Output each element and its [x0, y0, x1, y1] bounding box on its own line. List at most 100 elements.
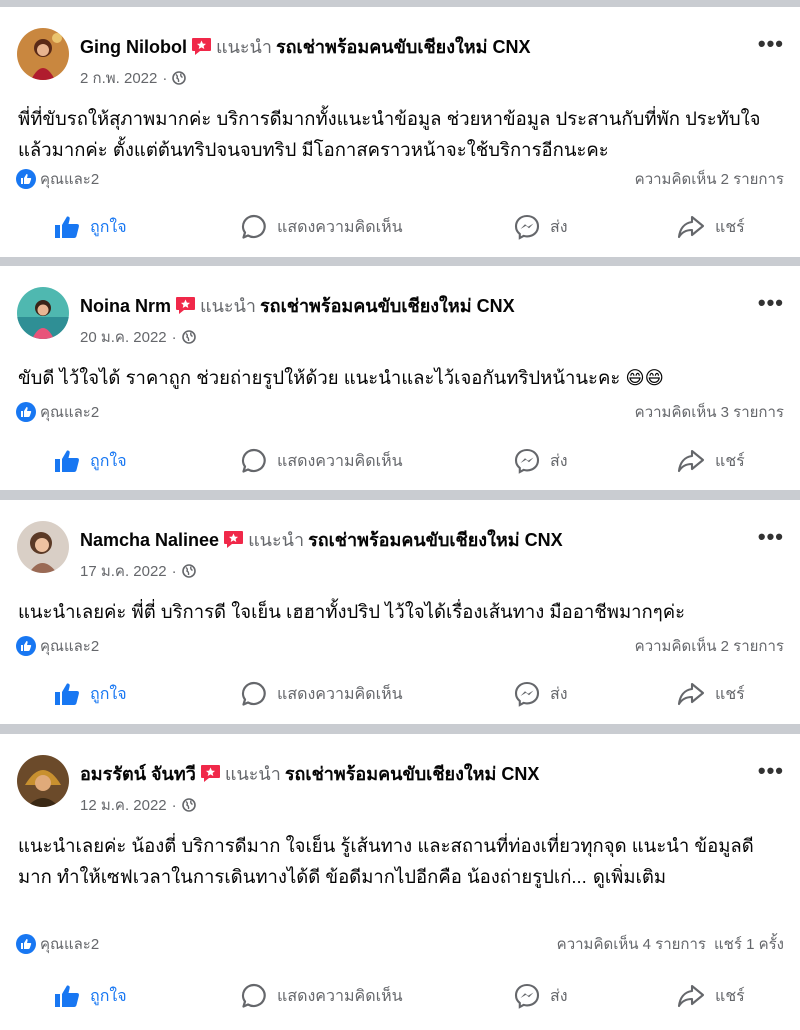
avatar[interactable]: [17, 287, 69, 339]
thumbs-up-icon: [55, 216, 79, 238]
share-button[interactable]: แชร์: [677, 674, 745, 714]
recommend-label: แนะนำ: [248, 530, 305, 550]
more-options-button[interactable]: •••: [758, 290, 784, 316]
reactions-row: คุณและ2 ความคิดเห็น 3 รายการ: [16, 400, 784, 424]
page-name-link[interactable]: รถเช่าพร้อมคนขับเชียงใหม่ CNX: [276, 37, 531, 57]
comment-button[interactable]: แสดงความคิดเห็น: [241, 976, 403, 1016]
comment-button[interactable]: แสดงความคิดเห็น: [241, 674, 403, 714]
review-post: Namcha Nalinee แนะนำ รถเช่าพร้อมคนขับเชียง…: [0, 500, 800, 724]
post-meta: 20 ม.ค. 2022 ·: [80, 325, 196, 349]
post-date[interactable]: 17 ม.ค. 2022: [80, 563, 167, 580]
see-more-link[interactable]: ดูเพิ่มเติม: [593, 866, 666, 887]
like-button[interactable]: ถูกใจ: [54, 674, 127, 714]
like-label: ถูกใจ: [90, 987, 127, 1005]
reaction-count: คุณและ2: [40, 171, 100, 188]
engagement-stats[interactable]: ความคิดเห็น 3 รายการ: [635, 400, 784, 424]
send-label: ส่ง: [550, 452, 568, 470]
recommend-icon: [223, 530, 244, 555]
post-date[interactable]: 20 ม.ค. 2022: [80, 329, 167, 346]
like-label: ถูกใจ: [90, 452, 127, 470]
comment-label: แสดงความคิดเห็น: [277, 218, 403, 236]
comment-icon: [242, 983, 266, 1008]
share-button[interactable]: แชร์: [677, 207, 745, 247]
reactions-row: คุณและ2 ความคิดเห็น 4 รายการ แชร์ 1 ครั้ง: [16, 932, 784, 956]
messenger-icon: [514, 681, 540, 707]
avatar[interactable]: [17, 28, 69, 80]
post-meta: 17 ม.ค. 2022 ·: [80, 559, 196, 583]
post-date[interactable]: 2 ก.พ. 2022: [80, 70, 157, 87]
review-post: Ging Nilobol แนะนำ รถเช่าพร้อมคนขับเชียงให…: [0, 7, 800, 257]
page-name-link[interactable]: รถเช่าพร้อมคนขับเชียงใหม่ CNX: [285, 764, 540, 784]
comment-button[interactable]: แสดงความคิดเห็น: [241, 441, 403, 481]
more-options-button[interactable]: •••: [758, 31, 784, 57]
reaction-summary[interactable]: คุณและ2: [16, 400, 99, 424]
action-bar: ถูกใจ แสดงความคิดเห็น ส่ง แชร์: [0, 441, 800, 481]
author-name[interactable]: Noina Nrm: [80, 296, 171, 316]
engagement-stats[interactable]: ความคิดเห็น 2 รายการ: [635, 167, 784, 191]
globe-icon: [181, 798, 196, 816]
like-label: ถูกใจ: [90, 218, 127, 236]
post-date[interactable]: 12 ม.ค. 2022: [80, 797, 167, 814]
thumbs-up-icon: [55, 985, 79, 1007]
more-options-button[interactable]: •••: [758, 758, 784, 784]
post-header: Noina Nrm แนะนำ รถเช่าพร้อมคนขับเชียงใหม่ …: [80, 294, 515, 321]
messenger-icon: [514, 448, 540, 474]
recommend-icon: [175, 296, 196, 321]
like-reaction-icon: [16, 636, 36, 656]
author-name[interactable]: Ging Nilobol: [80, 37, 187, 57]
action-bar: ถูกใจ แสดงความคิดเห็น ส่ง แชร์: [0, 674, 800, 714]
comment-button[interactable]: แสดงความคิดเห็น: [241, 207, 403, 247]
like-label: ถูกใจ: [90, 685, 127, 703]
reaction-summary[interactable]: คุณและ2: [16, 932, 99, 956]
engagement-stats[interactable]: ความคิดเห็น 4 รายการ แชร์ 1 ครั้ง: [557, 932, 784, 956]
send-button[interactable]: ส่ง: [514, 207, 568, 247]
send-label: ส่ง: [550, 987, 568, 1005]
review-text: ขับดี ไว้ใจได้ ราคาถูก ช่วยถ่ายรูปให้ด้ว…: [18, 367, 664, 388]
comment-label: แสดงความคิดเห็น: [277, 452, 403, 470]
comment-icon: [242, 681, 266, 706]
like-button[interactable]: ถูกใจ: [54, 441, 127, 481]
send-label: ส่ง: [550, 218, 568, 236]
globe-icon: [172, 71, 187, 89]
recommend-label: แนะนำ: [215, 37, 272, 57]
action-bar: ถูกใจ แสดงความคิดเห็น ส่ง แชร์: [0, 207, 800, 247]
send-button[interactable]: ส่ง: [514, 674, 568, 714]
reaction-count: คุณและ2: [40, 638, 100, 655]
share-count: แชร์ 1 ครั้ง: [714, 936, 784, 953]
author-name[interactable]: Namcha Nalinee: [80, 530, 219, 550]
share-label: แชร์: [715, 987, 745, 1005]
avatar[interactable]: [17, 521, 69, 573]
post-meta: 2 ก.พ. 2022 ·: [80, 66, 187, 90]
like-reaction-icon: [16, 169, 36, 189]
review-text: แนะนำเลยค่ะ น้องตี่ บริการดีมาก ใจเย็น ร…: [18, 830, 786, 892]
share-button[interactable]: แชร์: [677, 976, 745, 1016]
comment-count: ความคิดเห็น 2 รายการ: [634, 638, 784, 655]
recommend-label: แนะนำ: [224, 764, 281, 784]
page-name-link[interactable]: รถเช่าพร้อมคนขับเชียงใหม่ CNX: [260, 296, 515, 316]
reactions-row: คุณและ2 ความคิดเห็น 2 รายการ: [16, 167, 784, 191]
comment-count: ความคิดเห็น 2 รายการ: [634, 171, 784, 188]
engagement-stats[interactable]: ความคิดเห็น 2 รายการ: [635, 634, 784, 658]
meta-separator: ·: [171, 329, 177, 346]
like-reaction-icon: [16, 402, 36, 422]
like-button[interactable]: ถูกใจ: [54, 207, 127, 247]
reaction-summary[interactable]: คุณและ2: [16, 167, 99, 191]
share-icon: [677, 215, 705, 239]
like-button[interactable]: ถูกใจ: [54, 976, 127, 1016]
reaction-summary[interactable]: คุณและ2: [16, 634, 99, 658]
send-button[interactable]: ส่ง: [514, 441, 568, 481]
send-button[interactable]: ส่ง: [514, 976, 568, 1016]
comment-count: ความคิดเห็น 3 รายการ: [634, 404, 784, 421]
avatar[interactable]: [17, 755, 69, 807]
messenger-icon: [514, 983, 540, 1009]
share-button[interactable]: แชร์: [677, 441, 745, 481]
send-label: ส่ง: [550, 685, 568, 703]
author-name[interactable]: อมรรัตน์ จันทวี: [80, 764, 196, 784]
more-options-button[interactable]: •••: [758, 524, 784, 550]
like-reaction-icon: [16, 934, 36, 954]
page-name-link[interactable]: รถเช่าพร้อมคนขับเชียงใหม่ CNX: [308, 530, 563, 550]
post-header: Ging Nilobol แนะนำ รถเช่าพร้อมคนขับเชียงให…: [80, 35, 531, 62]
meta-separator: ·: [171, 797, 177, 814]
comment-icon: [242, 214, 266, 239]
recommend-label: แนะนำ: [200, 296, 257, 316]
